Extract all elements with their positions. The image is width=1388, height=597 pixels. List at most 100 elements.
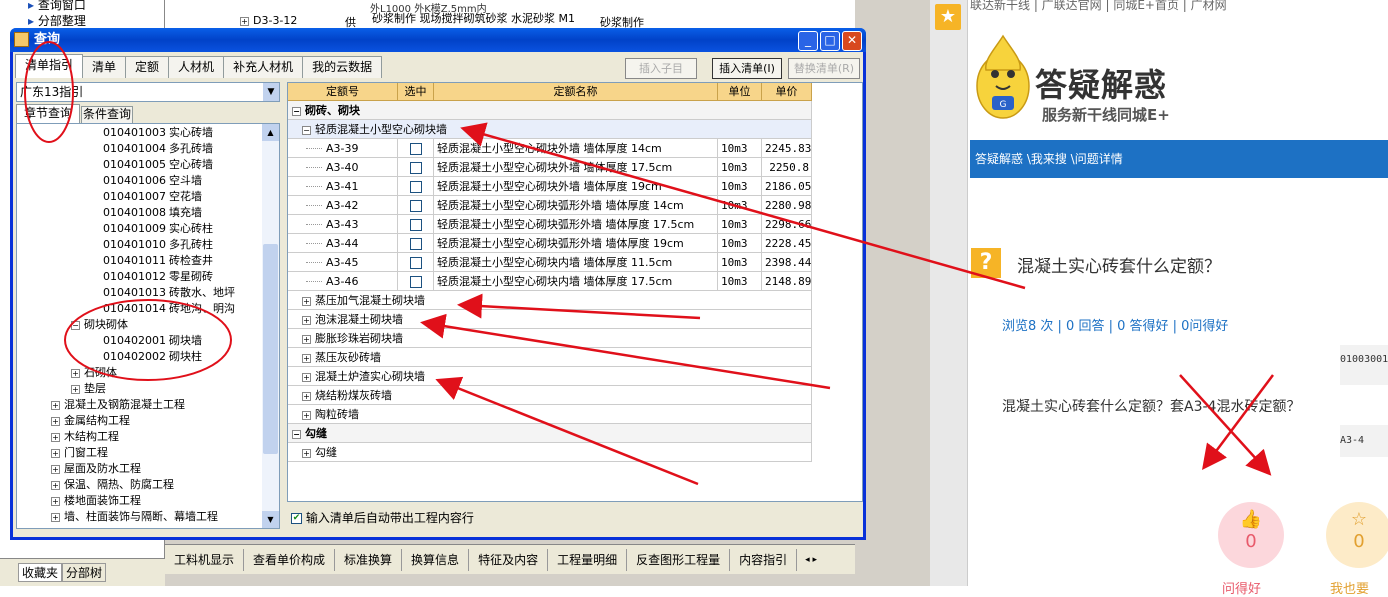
grid-subsection[interactable]: + 泡沫混凝土砌块墙 — [288, 310, 812, 329]
checkbox[interactable] — [409, 162, 422, 174]
grid-subsection[interactable]: + 蒸压灰砂砖墙 — [288, 348, 812, 367]
tree-item[interactable]: 010401012 零星砌砖 — [103, 269, 213, 285]
tab-bom-display[interactable]: 工料机显示 — [165, 548, 245, 571]
expand-icon[interactable]: + — [302, 353, 311, 363]
bg-side-item-organize[interactable]: ▸ 分部整理 — [28, 12, 86, 29]
checkbox[interactable] — [409, 181, 422, 193]
expand-icon[interactable]: + — [302, 315, 311, 325]
grid-row[interactable]: A3-45 轻质混凝土小型空心砌块内墙 墙体厚度 11.5cm 10m3 2398.4… — [288, 253, 812, 272]
maximize-icon[interactable]: □ — [820, 31, 840, 51]
expand-icon[interactable]: + — [51, 400, 60, 410]
guide-select[interactable]: 广东13指引 ▼ — [16, 82, 280, 102]
checkbox[interactable] — [409, 276, 422, 288]
cell-select[interactable] — [398, 196, 434, 215]
col-header-name[interactable]: 定额名称 — [434, 83, 718, 101]
top-nav[interactable]: 联达新干线 | 广联达官网 | 同城E+首页 | 广材网 — [970, 0, 1227, 13]
collapse-icon[interactable]: − — [292, 106, 301, 116]
tree-item[interactable]: 010401007 空花墙 — [103, 189, 202, 205]
tab-standard-convert[interactable]: 标准换算 — [335, 548, 403, 571]
tab-quota[interactable]: 定额 — [125, 56, 170, 78]
grid-row[interactable]: A3-46 轻质混凝土小型空心砌块内墙 墙体厚度 17.5cm 10m3 2148.8… — [288, 272, 812, 291]
grid-subsection[interactable]: + 膨胀珍珠岩砌块墙 — [288, 329, 812, 348]
cell-select[interactable] — [398, 253, 434, 272]
collapse-icon[interactable]: − — [302, 125, 311, 135]
cell-select[interactable] — [398, 158, 434, 177]
tab-favorites[interactable]: 收藏夹 — [18, 563, 63, 582]
tab-features[interactable]: 特征及内容 — [469, 548, 549, 571]
expand-icon[interactable]: + — [302, 448, 311, 458]
scroll-up-icon[interactable]: ▲ — [262, 124, 279, 141]
close-icon[interactable]: ✕ — [842, 31, 862, 51]
grid-subsection[interactable]: + 烧结粉煤灰砖墙 — [288, 386, 812, 405]
cell-select[interactable] — [398, 177, 434, 196]
expand-icon[interactable]: + — [51, 496, 60, 506]
tab-list[interactable]: 清单 — [82, 56, 127, 78]
expand-icon[interactable]: + — [302, 296, 311, 306]
collapse-icon[interactable]: − — [71, 320, 80, 330]
checkbox[interactable] — [409, 143, 422, 155]
scroll-thumb[interactable] — [263, 244, 278, 454]
tree-item[interactable]: 010401003 实心砖墙 — [103, 125, 213, 141]
tab-cloud-data[interactable]: 我的云数据 — [302, 56, 383, 78]
grid-row[interactable]: A3-39 轻质混凝土小型空心砌块外墙 墙体厚度 14cm 10m3 2245.83 — [288, 139, 812, 158]
expand-icon[interactable]: + — [71, 384, 80, 394]
tree-item[interactable]: 010401006 空斗墙 — [103, 173, 202, 189]
col-header-price[interactable]: 单价 — [762, 83, 812, 101]
chevron-down-icon[interactable]: ▼ — [263, 83, 279, 101]
expand-icon[interactable]: + — [302, 410, 311, 420]
tab-unit-price[interactable]: 查看单价构成 — [244, 548, 336, 571]
col-header-select[interactable]: 选中 — [398, 83, 434, 101]
grid-section[interactable]: − 勾缝 — [288, 424, 812, 443]
checkbox[interactable] — [409, 219, 422, 231]
tab-labor-material[interactable]: 人材机 — [168, 56, 225, 78]
tree-item[interactable]: 010401011 砖检查井 — [103, 253, 213, 269]
tab-content-guide[interactable]: 内容指引 — [730, 548, 798, 571]
tab-scroll-arrows[interactable]: ◂ ▸ — [805, 555, 817, 565]
tree-item[interactable]: 010401014 砖地沟、明沟 — [103, 301, 235, 317]
expand-icon[interactable]: + — [302, 391, 311, 401]
grid-subsection[interactable]: + 陶粒砖墙 — [288, 405, 812, 424]
expand-icon[interactable]: + — [51, 432, 60, 442]
expand-icon[interactable]: + — [51, 416, 60, 426]
col-header-code[interactable]: 定额号 — [288, 83, 398, 101]
question-stats[interactable]: 浏览8 次 | 0 回答 | 0 答得好 | 0问得好 — [1002, 315, 1228, 334]
cell-select[interactable] — [398, 215, 434, 234]
expand-icon[interactable]: + — [51, 480, 60, 490]
tree-scrollbar[interactable]: ▲ ▼ — [262, 124, 279, 528]
checkbox[interactable] — [409, 200, 422, 212]
checkbox[interactable] — [409, 238, 422, 250]
checkbox-checked-icon[interactable]: ✔ — [291, 513, 302, 524]
breadcrumb[interactable]: 答疑解惑 \我来搜 \问题详情 — [970, 140, 1388, 178]
grid-row[interactable]: A3-44 轻质混凝土小型空心砌块弧形外墙 墙体厚度 19cm 10m3 2228.4… — [288, 234, 812, 253]
tree-item[interactable]: 010401010 多孔砖柱 — [103, 237, 213, 253]
star-icon[interactable]: ★ — [935, 4, 961, 30]
collapse-icon[interactable]: − — [292, 429, 301, 439]
auto-content-checkbox[interactable]: ✔ 输入清单后自动带出工程内容行 — [291, 510, 474, 526]
cell-select[interactable] — [398, 272, 434, 291]
tree-item[interactable]: 010401013 砖散水、地坪 — [103, 285, 235, 301]
insert-child-button[interactable]: 插入子目 — [625, 58, 697, 79]
expand-icon[interactable]: + — [302, 334, 311, 344]
tab-convert-info[interactable]: 换算信息 — [402, 548, 470, 571]
expand-icon[interactable]: + — [302, 372, 311, 382]
tab-chapter-query[interactable]: 章节查询 — [16, 104, 80, 123]
grid-subsection[interactable]: − 轻质混凝土小型空心砌块墙 — [288, 120, 812, 139]
replace-list-button[interactable]: 替换清单(R) — [788, 58, 860, 79]
minimize-icon[interactable]: _ — [798, 31, 818, 51]
tab-list-guide[interactable]: 清单指引 — [15, 54, 84, 78]
grid-section[interactable]: − 砌砖、砌块 — [288, 101, 812, 120]
grid-subsection[interactable]: + 混凝土炉渣实心砌块墙 — [288, 367, 812, 386]
bg-grid-row-code[interactable]: + D3-3-12 — [240, 14, 297, 27]
expand-icon[interactable]: + — [51, 512, 60, 522]
expand-icon[interactable]: + — [51, 464, 60, 474]
expand-icon[interactable]: + — [51, 448, 60, 458]
tab-supplement[interactable]: 补充人材机 — [223, 56, 304, 78]
tab-division-tree[interactable]: 分部树 — [62, 563, 107, 582]
grid-row[interactable]: A3-41 轻质混凝土小型空心砌块外墙 墙体厚度 19cm 10m3 2186.05 — [288, 177, 812, 196]
favorite-button[interactable]: ☆ 0 — [1326, 502, 1388, 568]
grid-subsection[interactable]: + 蒸压加气混凝土砌块墙 — [288, 291, 812, 310]
grid-row[interactable]: A3-40 轻质混凝土小型空心砌块外墙 墙体厚度 17.5cm 10m3 2250.8 — [288, 158, 812, 177]
scroll-down-icon[interactable]: ▼ — [262, 511, 279, 528]
tab-quantity-detail[interactable]: 工程量明细 — [548, 548, 628, 571]
checkbox[interactable] — [409, 257, 422, 269]
